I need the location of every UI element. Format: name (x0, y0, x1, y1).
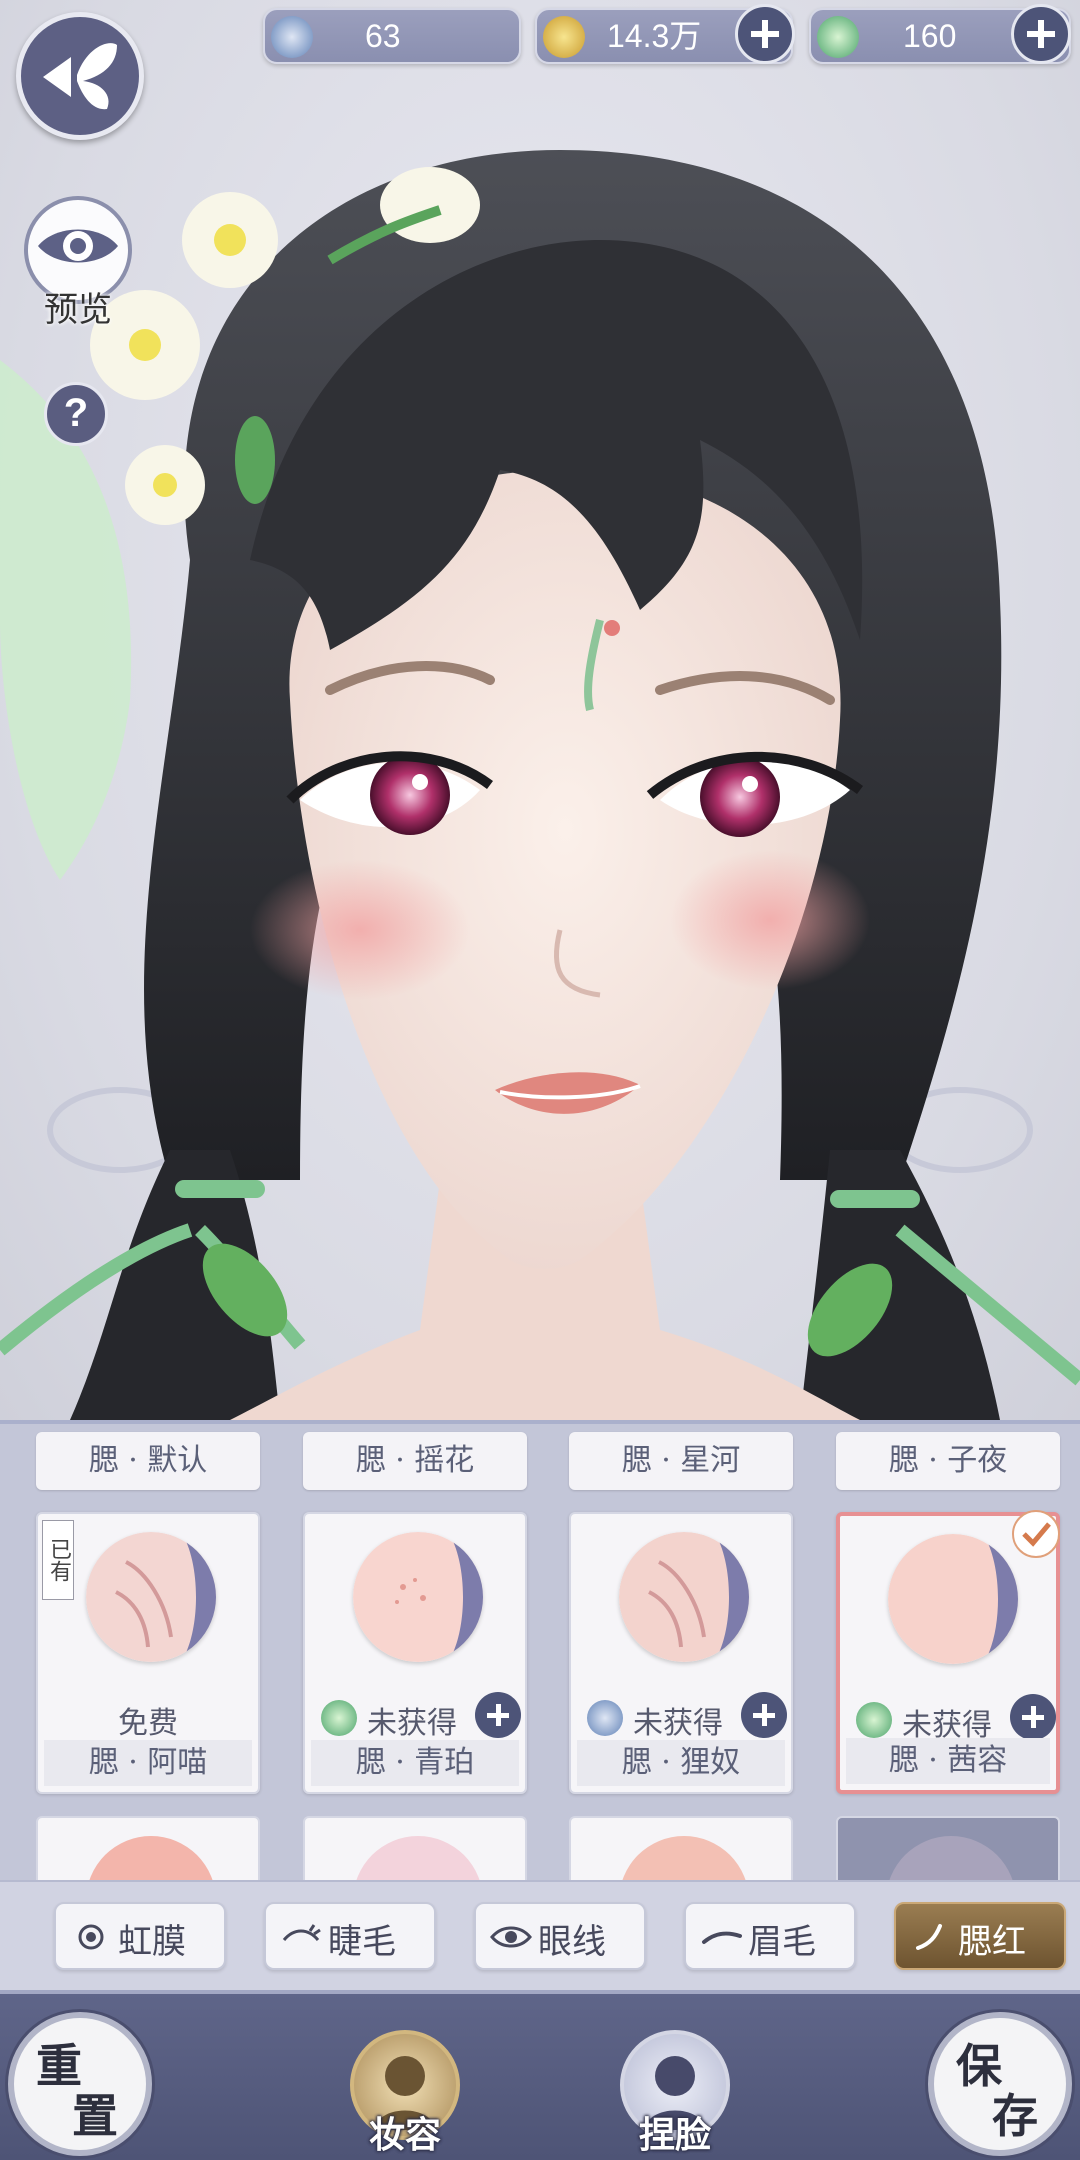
face-nav-button[interactable]: 捏脸 (620, 2030, 730, 2156)
card-name: 腮 · 阿喵 (44, 1740, 252, 1786)
blush-icon (916, 1924, 942, 1950)
buy-button[interactable] (741, 1692, 787, 1738)
silver-coin-icon (271, 16, 313, 58)
blush-card-row2[interactable] (836, 1816, 1060, 1880)
blush-swatch (888, 1534, 1018, 1664)
makeup-nav-button[interactable]: 妆容 (350, 2030, 460, 2156)
eyeliner-icon (490, 1926, 532, 1948)
jade-coin-icon (856, 1702, 892, 1738)
butterfly-back-icon (43, 43, 117, 110)
add-jade-button[interactable] (1011, 4, 1071, 64)
blush-card-linu[interactable]: 未获得 腮 · 狸奴 (569, 1512, 793, 1794)
blush-swatch (886, 1836, 1016, 1880)
jade-coin-icon (321, 1700, 357, 1736)
card-name: 腮 · 狸奴 (577, 1740, 785, 1786)
blush-swatch (353, 1532, 483, 1662)
jade-amount: 160 (903, 18, 957, 54)
character-illustration (0, 150, 1080, 1420)
card-status: 未获得 (840, 1694, 1056, 1743)
iris-icon (78, 1924, 104, 1950)
tab-eyebrow[interactable]: 眉毛 (684, 1902, 856, 1970)
reset-label-2: 置 (72, 2089, 118, 2143)
blush-card-qingpo[interactable]: 未获得 腮 · 青珀 (303, 1512, 527, 1794)
tab-label: 虹膜 (118, 1922, 186, 1962)
blush-swatch (353, 1836, 483, 1880)
status-text: 免费 (118, 1706, 178, 1741)
card-status: 未获得 (305, 1692, 525, 1741)
preview-label: 预览 (44, 290, 112, 330)
back-button[interactable] (16, 12, 144, 140)
save-button[interactable]: 保 存 (928, 2012, 1072, 2156)
blush-card-row2[interactable] (569, 1816, 793, 1880)
blush-swatch (619, 1532, 749, 1662)
status-text: 未获得 (633, 1706, 723, 1741)
save-label-2: 存 (992, 2089, 1038, 2143)
blush-swatch (86, 1532, 216, 1662)
blush-grid[interactable]: 腮 · 默认 腮 · 摇花 腮 · 星河 腮 · 子夜 已有 免费 腮 · 阿喵 (0, 1420, 1080, 1880)
add-gold-button[interactable] (735, 4, 795, 64)
tab-label: 眼线 (538, 1922, 606, 1962)
eyelash-icon (282, 1924, 321, 1942)
blush-header-ziye[interactable]: 腮 · 子夜 (836, 1432, 1060, 1490)
tab-label: 眉毛 (748, 1922, 816, 1962)
eyebrow-icon (702, 1931, 742, 1944)
owned-tag: 已有 (42, 1520, 74, 1600)
buy-button[interactable] (475, 1692, 521, 1738)
reset-button[interactable]: 重 置 (8, 2012, 152, 2156)
blush-header-yaohua[interactable]: 腮 · 摇花 (303, 1432, 527, 1490)
gold-coin-icon (543, 16, 585, 58)
makeup-nav-label: 妆容 (368, 2114, 441, 2156)
card-name: 腮 · 茜容 (846, 1738, 1050, 1784)
card-status: 未获得 (571, 1692, 791, 1741)
blush-header-xinghe[interactable]: 腮 · 星河 (569, 1432, 793, 1490)
silver-coin-icon (587, 1700, 623, 1736)
tab-label: 睫毛 (328, 1922, 396, 1962)
blush-swatch (619, 1836, 749, 1880)
blush-header-default[interactable]: 腮 · 默认 (36, 1432, 260, 1490)
blush-card-row2[interactable] (303, 1816, 527, 1880)
blush-swatch (86, 1836, 216, 1880)
help-button[interactable]: ? (44, 382, 108, 446)
blush-card-qianrong[interactable]: 未获得 腮 · 茜容 (836, 1510, 1060, 1794)
checkmark-icon (1012, 1510, 1060, 1558)
character-preview[interactable]: 63 14.3万 160 预览 ? (0, 0, 1080, 1420)
tab-blush[interactable]: 腮红 (894, 1902, 1066, 1970)
card-name: 腮 · 青珀 (311, 1740, 519, 1786)
makeup-category-tabs: 虹膜 睫毛 眼线 眉毛 腮红 (0, 1880, 1080, 1990)
tab-iris[interactable]: 虹膜 (54, 1902, 226, 1970)
tab-eyeliner[interactable]: 眼线 (474, 1902, 646, 1970)
face-nav-label: 捏脸 (638, 2114, 711, 2156)
card-status: 免费 (38, 1692, 258, 1741)
tab-eyelash[interactable]: 睫毛 (264, 1902, 436, 1970)
blush-card-row2[interactable] (36, 1816, 260, 1880)
tab-label: 腮红 (958, 1922, 1026, 1962)
buy-button[interactable] (1010, 1694, 1056, 1740)
bottom-bar: 重 置 妆容 捏脸 保 存 (0, 1990, 1080, 2160)
blush-card-amiao[interactable]: 已有 免费 腮 · 阿喵 (36, 1512, 260, 1794)
gold-amount: 14.3万 (607, 18, 702, 54)
jade-coin-icon (817, 16, 859, 58)
silver-amount: 63 (365, 18, 401, 54)
silver-currency: 63 (263, 8, 521, 64)
status-text: 未获得 (367, 1706, 457, 1741)
